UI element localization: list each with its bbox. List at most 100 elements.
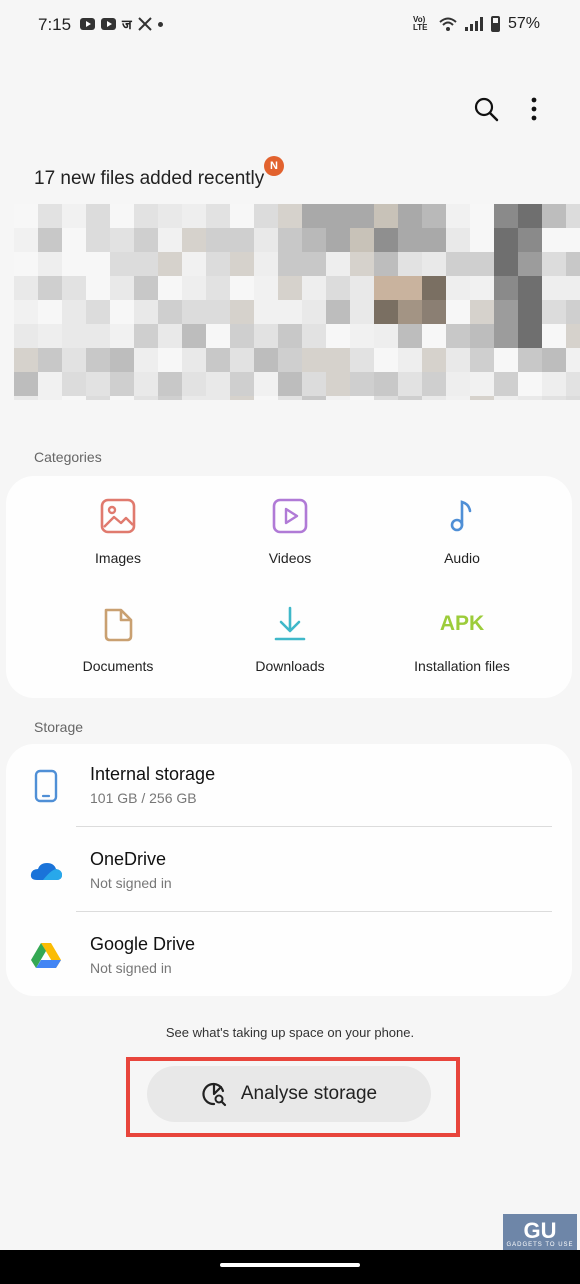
home-gesture-handle[interactable] — [220, 1263, 360, 1267]
thumbnail-pixel — [62, 252, 86, 276]
thumbnail-pixel — [374, 348, 398, 372]
status-bar: 7:15 ज Vo) LTE 57% — [0, 0, 580, 48]
thumbnail-pixel — [158, 204, 182, 228]
thumbnail-pixel — [230, 372, 254, 396]
thumbnail-pixel — [398, 228, 422, 252]
download-icon — [274, 606, 306, 641]
thumbnail-pixel — [542, 204, 566, 228]
thumbnail-pixel — [254, 396, 278, 400]
thumbnail-pixel — [350, 204, 374, 228]
thumbnail-pixel — [566, 372, 580, 396]
category-images[interactable]: Images — [32, 496, 204, 566]
signal-icon — [464, 17, 483, 31]
thumbnail-pixel — [254, 300, 278, 324]
thumbnail-pixel — [38, 348, 62, 372]
thumbnail-pixel — [206, 372, 230, 396]
thumbnail-pixel — [518, 228, 542, 252]
storage-analysis-icon — [202, 1082, 226, 1107]
thumbnail-pixel — [62, 276, 86, 300]
thumbnail-pixel — [302, 204, 326, 228]
thumbnail-pixel — [14, 276, 38, 300]
thumbnail-pixel — [158, 324, 182, 348]
thumbnail-pixel — [62, 396, 86, 400]
category-documents[interactable]: Documents — [32, 604, 204, 674]
search-button[interactable] — [466, 89, 506, 129]
thumbnail-pixel — [350, 276, 374, 300]
thumbnail-pixel — [446, 228, 470, 252]
thumbnail-pixel — [470, 348, 494, 372]
watermark-logo: GU GADGETS TO USE — [503, 1214, 577, 1254]
thumbnail-pixel — [542, 300, 566, 324]
thumbnail-pixel — [542, 348, 566, 372]
thumbnail-pixel — [542, 372, 566, 396]
thumbnail-pixel — [62, 372, 86, 396]
thumbnail-pixel — [38, 324, 62, 348]
watermark-subtext: GADGETS TO USE — [506, 1242, 574, 1248]
category-audio[interactable]: Audio — [376, 496, 548, 566]
thumbnail-pixel — [254, 372, 278, 396]
thumbnail-pixel — [566, 228, 580, 252]
thumbnail-pixel — [542, 276, 566, 300]
thumbnail-pixel — [182, 300, 206, 324]
thumbnail-pixel — [422, 252, 446, 276]
thumbnail-pixel — [518, 300, 542, 324]
analyse-storage-button[interactable]: Analyse storage — [147, 1066, 431, 1122]
category-installation-files[interactable]: APK Installation files — [376, 604, 548, 674]
thumbnail-pixel — [278, 324, 302, 348]
thumbnail-pixel — [518, 204, 542, 228]
thumbnail-pixel — [326, 324, 350, 348]
thumbnail-pixel — [566, 276, 580, 300]
thumbnail-pixel — [326, 276, 350, 300]
thumbnail-pixel — [206, 348, 230, 372]
thumbnail-pixel — [110, 276, 134, 300]
more-options-button[interactable] — [514, 89, 554, 129]
categories-label: Categories — [34, 449, 102, 465]
thumbnail-pixel — [326, 372, 350, 396]
thumbnail-pixel — [254, 204, 278, 228]
thumbnail-pixel — [86, 204, 110, 228]
thumbnail-pixel — [374, 204, 398, 228]
category-label: Images — [95, 550, 141, 566]
thumbnail-pixel — [422, 372, 446, 396]
category-downloads[interactable]: Downloads — [204, 604, 376, 674]
thumbnail-pixel — [350, 396, 374, 400]
video-icon — [272, 498, 308, 534]
thumbnail-pixel — [158, 228, 182, 252]
thumbnail-pixel — [182, 396, 206, 400]
thumbnail-pixel — [494, 252, 518, 276]
recent-files-thumbnails[interactable] — [14, 204, 580, 400]
thumbnail-pixel — [446, 300, 470, 324]
battery-percent: 57% — [507, 15, 540, 32]
thumbnail-pixel — [566, 396, 580, 400]
thumbnail-pixel — [182, 252, 206, 276]
storage-card: Internal storage 101 GB / 256 GB OneDriv… — [6, 744, 572, 996]
thumbnail-pixel — [494, 372, 518, 396]
thumbnail-pixel — [206, 300, 230, 324]
storage-item-google-drive[interactable]: Google Drive Not signed in — [6, 914, 572, 999]
thumbnail-pixel — [470, 324, 494, 348]
thumbnail-pixel — [278, 228, 302, 252]
thumbnail-pixel — [446, 396, 470, 400]
new-badge: N — [264, 156, 284, 176]
thumbnail-pixel — [182, 204, 206, 228]
thumbnail-pixel — [422, 348, 446, 372]
youtube-notification-icon — [101, 18, 116, 30]
thumbnail-pixel — [62, 204, 86, 228]
thumbnail-pixel — [470, 204, 494, 228]
thumbnail-pixel — [302, 348, 326, 372]
storage-item-internal[interactable]: Internal storage 101 GB / 256 GB — [6, 744, 572, 829]
thumbnail-pixel — [110, 228, 134, 252]
thumbnail-pixel — [398, 300, 422, 324]
thumbnail-pixel — [62, 348, 86, 372]
wifi-icon — [439, 17, 457, 31]
phone-icon — [34, 769, 58, 803]
thumbnail-pixel — [62, 300, 86, 324]
storage-item-onedrive[interactable]: OneDrive Not signed in — [6, 829, 572, 914]
thumbnail-pixel — [302, 300, 326, 324]
thumbnail-pixel — [470, 300, 494, 324]
divider — [76, 826, 552, 827]
category-videos[interactable]: Videos — [204, 496, 376, 566]
thumbnail-pixel — [254, 276, 278, 300]
thumbnail-pixel — [206, 204, 230, 228]
analyse-storage-label: Analyse storage — [240, 1083, 378, 1104]
